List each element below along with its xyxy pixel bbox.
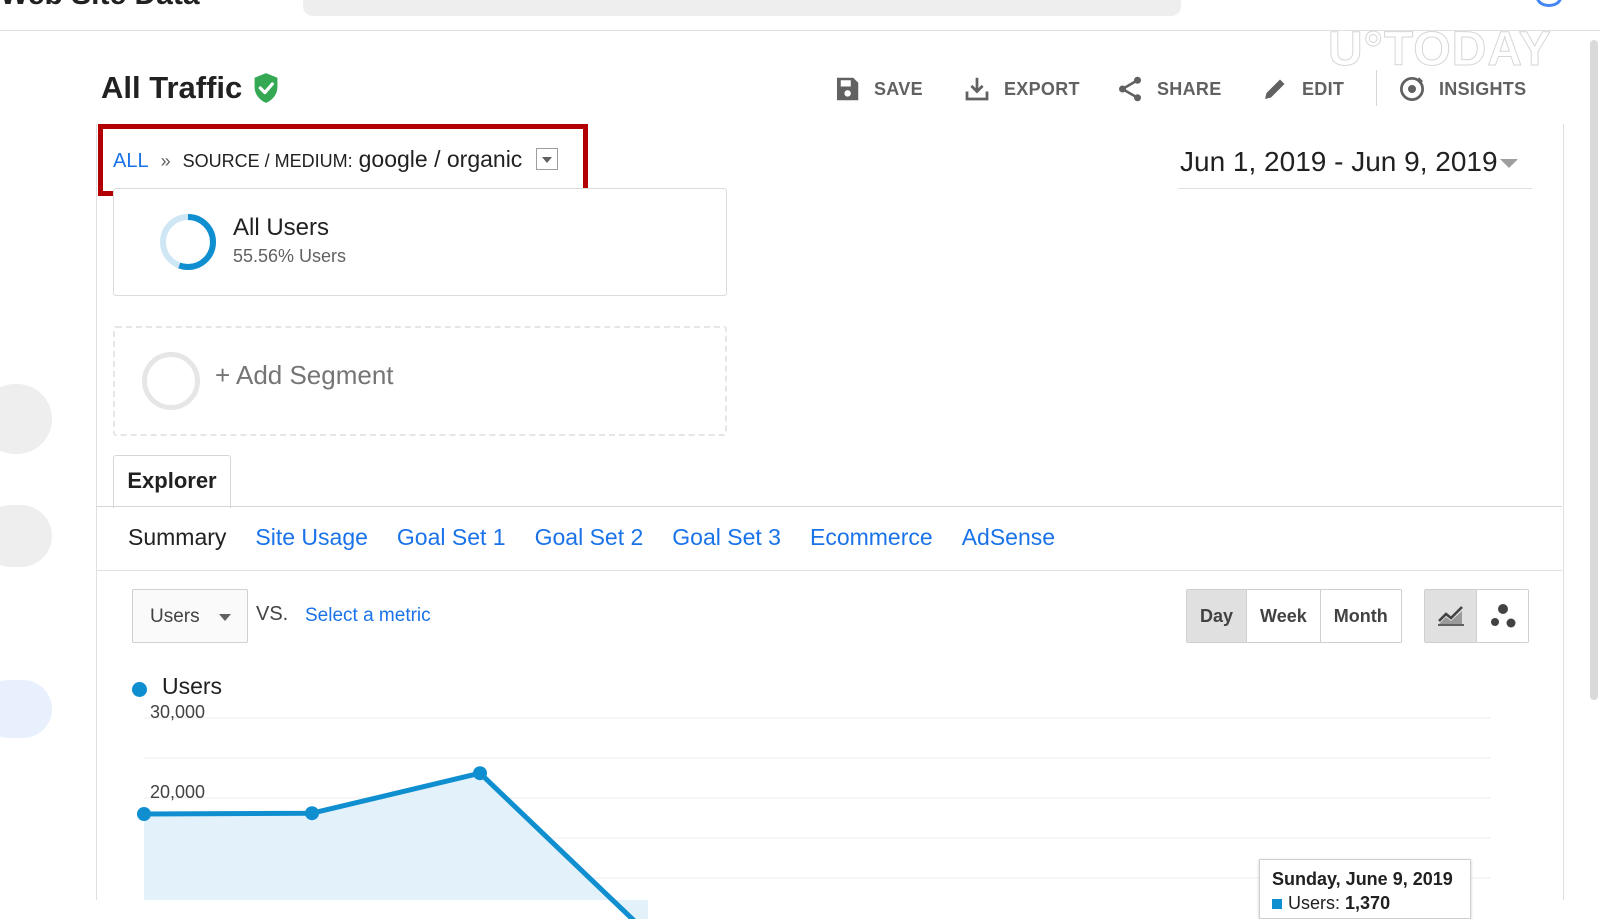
subtab-goal-set-1[interactable]: Goal Set 1 xyxy=(397,524,506,551)
insights-label: INSIGHTS xyxy=(1439,78,1527,99)
share-icon xyxy=(1119,76,1141,102)
chart-tooltip: Sunday, June 9, 2019 Users: 1,370 xyxy=(1259,859,1471,919)
subtab-site-usage[interactable]: Site Usage xyxy=(255,524,368,551)
explorer-subtabs: Summary Site Usage Goal Set 1 Goal Set 2… xyxy=(128,524,1055,551)
data-point xyxy=(305,806,319,821)
breadcrumb-separator: » xyxy=(160,151,171,171)
export-icon xyxy=(965,77,989,101)
save-icon xyxy=(837,77,859,101)
subtab-adsense[interactable]: AdSense xyxy=(962,524,1055,551)
add-segment-button[interactable]: + Add Segment xyxy=(215,360,394,391)
share-button[interactable]: SHARE xyxy=(1115,74,1222,104)
y-tick-label: 30,000 xyxy=(150,702,205,722)
edit-pencil-icon xyxy=(1265,79,1285,99)
subtab-divider xyxy=(96,570,1562,571)
search-bar[interactable] xyxy=(303,0,1181,16)
view-name: Web Site Data xyxy=(0,0,200,12)
bubble-chart-icon xyxy=(1490,604,1515,628)
add-segment-ring-icon xyxy=(142,352,200,410)
verified-shield-icon xyxy=(254,73,278,103)
subtab-ecommerce[interactable]: Ecommerce xyxy=(810,524,933,551)
tooltip-value: 1,370 xyxy=(1345,893,1391,913)
subtab-summary[interactable]: Summary xyxy=(128,524,226,551)
motion-chart-button[interactable] xyxy=(1476,590,1528,642)
subtab-goal-set-3[interactable]: Goal Set 3 xyxy=(672,524,781,551)
tab-divider xyxy=(96,506,1562,507)
segment-share: 55.56% Users xyxy=(233,246,347,266)
breadcrumb: ALL » SOURCE / MEDIUM: google / organic xyxy=(113,146,522,173)
edit-label: EDIT xyxy=(1302,78,1345,99)
breadcrumb-value: google / organic xyxy=(358,146,523,172)
line-chart-button[interactable] xyxy=(1425,590,1476,642)
watermark-logo: U°TODAY xyxy=(1328,23,1552,77)
date-range-text: Jun 1, 2019 - Jun 9, 2019 xyxy=(1180,146,1498,177)
y-tick-label: 20,000 xyxy=(150,782,205,802)
breadcrumb-dropdown-icon[interactable] xyxy=(536,148,558,170)
nav-item-active[interactable] xyxy=(0,680,52,738)
tooltip-value-row: Users: 1,370 xyxy=(1272,893,1390,914)
add-segment-card[interactable] xyxy=(113,326,727,436)
select-metric-link[interactable]: Select a metric xyxy=(305,605,431,627)
month-button[interactable]: Month xyxy=(1319,590,1401,642)
legend-label: Users xyxy=(162,673,223,699)
page-title: All Traffic xyxy=(101,70,243,105)
data-point xyxy=(473,766,487,781)
chevron-down-icon xyxy=(1500,159,1518,168)
vs-label: VS. xyxy=(256,603,289,625)
granularity-toggle: Day Week Month xyxy=(1186,589,1402,643)
metric-select[interactable]: Users xyxy=(132,589,248,643)
tooltip-label: Users: xyxy=(1288,893,1341,913)
insights-button[interactable]: INSIGHTS xyxy=(1397,74,1526,104)
save-button[interactable]: SAVE xyxy=(832,74,923,104)
breadcrumb-all-link[interactable]: ALL xyxy=(113,150,149,173)
line-chart-icon xyxy=(1437,606,1464,626)
metric-select-value: Users xyxy=(150,606,200,627)
export-button[interactable]: EXPORT xyxy=(962,74,1080,104)
insights-icon xyxy=(1400,77,1424,101)
save-label: SAVE xyxy=(874,78,923,99)
tooltip-date: Sunday, June 9, 2019 xyxy=(1272,869,1453,889)
chart-type-toggle xyxy=(1424,589,1529,643)
segment-donut-icon xyxy=(160,214,216,270)
date-range-picker[interactable]: Jun 1, 2019 - Jun 9, 2019 xyxy=(1178,146,1532,189)
nav-item[interactable] xyxy=(0,505,52,567)
breadcrumb-dimension: SOURCE / MEDIUM: xyxy=(182,151,353,171)
data-point xyxy=(137,807,151,821)
day-button[interactable]: Day xyxy=(1187,590,1247,642)
nav-item[interactable] xyxy=(0,384,52,454)
export-label: EXPORT xyxy=(1004,78,1080,99)
tab-explorer[interactable]: Explorer xyxy=(113,455,231,508)
chevron-down-icon xyxy=(219,614,231,621)
segment-name: All Users xyxy=(233,214,330,241)
subtab-goal-set-2[interactable]: Goal Set 2 xyxy=(535,524,644,551)
week-button[interactable]: Week xyxy=(1246,590,1320,642)
vertical-scrollbar[interactable] xyxy=(1590,40,1598,700)
share-label: SHARE xyxy=(1157,78,1222,99)
tooltip-swatch xyxy=(1272,899,1282,909)
edit-button[interactable]: EDIT xyxy=(1260,74,1344,104)
legend-swatch xyxy=(132,682,147,697)
